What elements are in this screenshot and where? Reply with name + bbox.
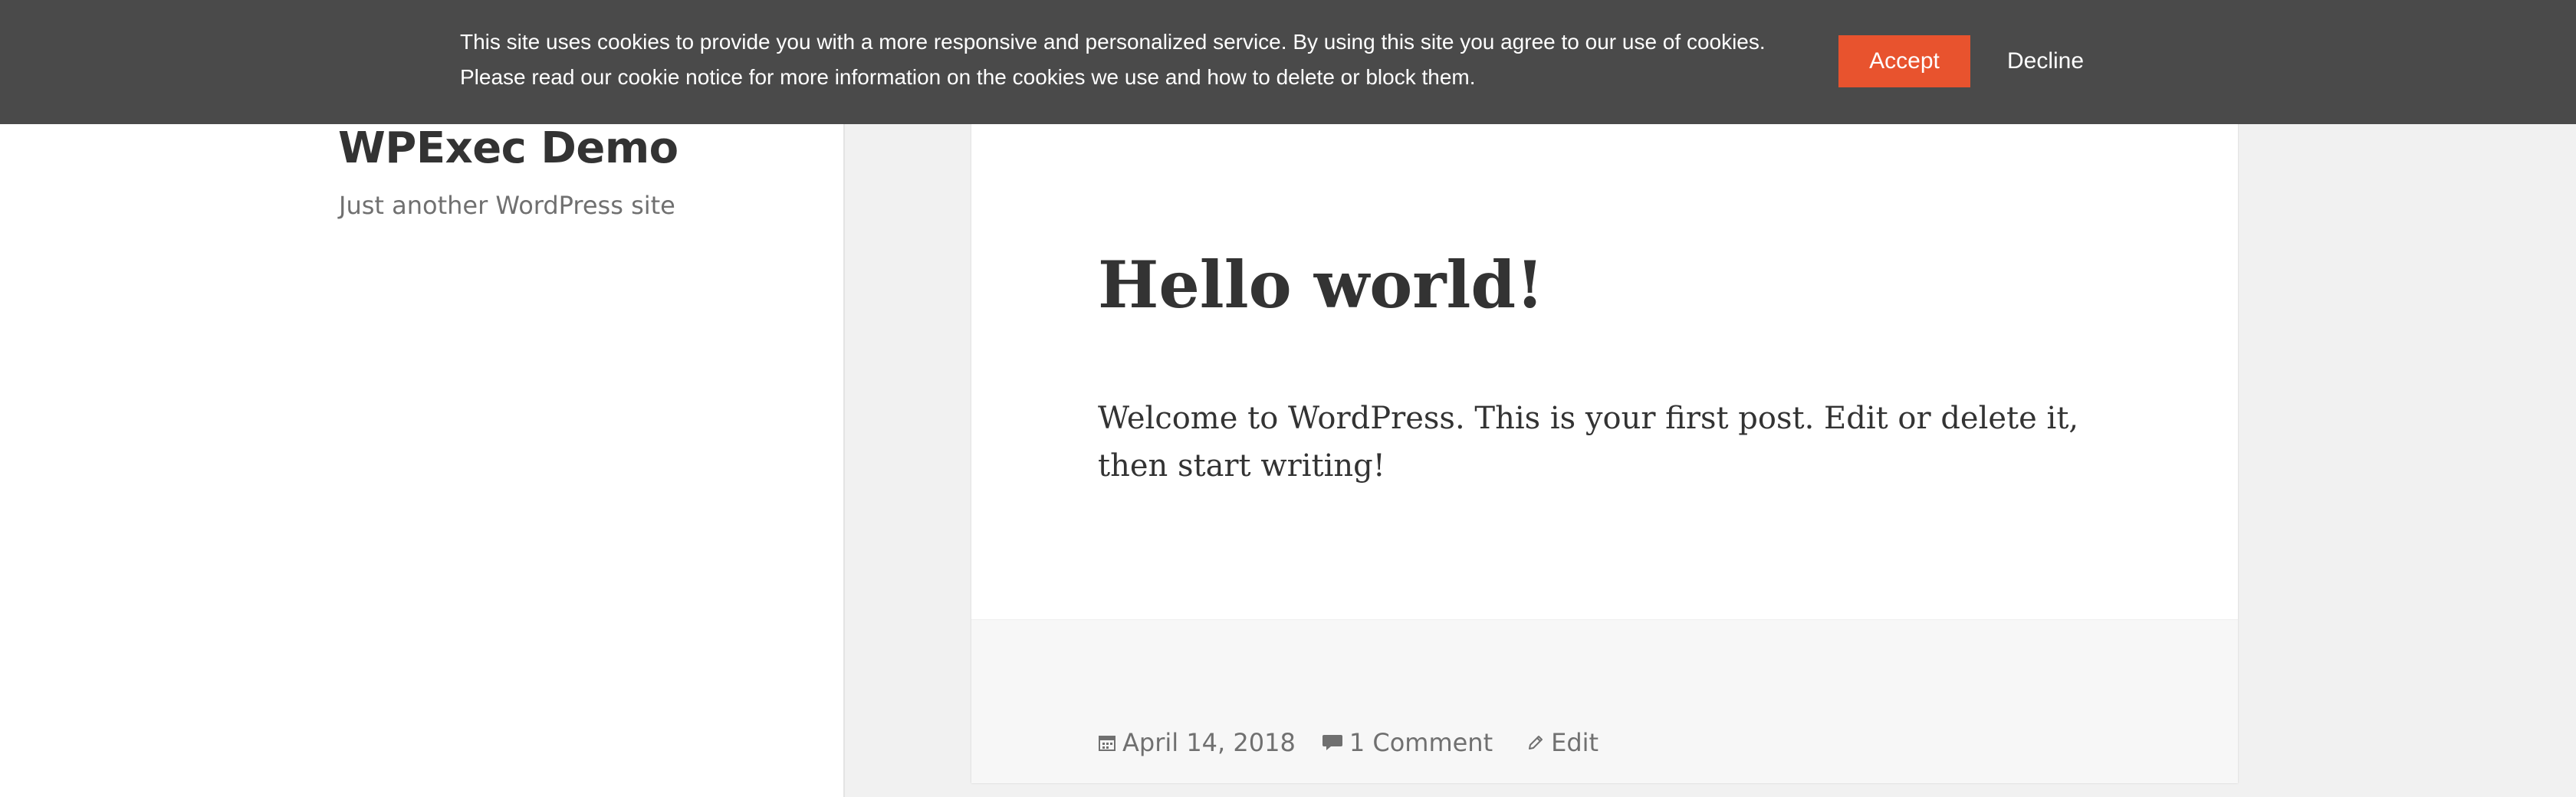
post-date-link[interactable]: April 14, 2018 [1122,727,1296,758]
page: WPExec Demo Just another WordPress site … [0,0,2576,797]
pencil-icon [1526,733,1545,752]
post-title: Hello world! [1098,247,1545,323]
site-description: Just another WordPress site [339,191,675,220]
post-edit-link[interactable]: Edit [1551,727,1598,758]
post-date[interactable]: April 14, 2018 [1098,727,1296,758]
site-title[interactable]: WPExec Demo [338,121,678,176]
comment-icon [1322,733,1343,752]
calendar-icon [1098,733,1116,752]
cookie-notice-line-2: Please read our cookie notice for more i… [460,65,1476,89]
cookie-notice-line-1: This site uses cookies to provide you wi… [460,30,1766,54]
cookie-banner: This site uses cookies to provide you wi… [0,0,2576,124]
accept-cookies-button[interactable]: Accept [1838,35,1970,87]
post-meta: April 14, 2018 1 Comment Edit [1098,727,1598,758]
cookie-notice-text: This site uses cookies to provide you wi… [460,25,1809,95]
post-comments[interactable]: 1 Comment [1322,727,1493,758]
post-content: Welcome to WordPress. This is your first… [1098,401,2079,484]
post-footer: April 14, 2018 1 Comment Edit [971,619,2238,783]
post-card: Hello world! Welcome to WordPress. This … [971,46,2238,783]
decline-cookies-button[interactable]: Decline [1986,35,2105,87]
post-comments-link[interactable]: 1 Comment [1349,727,1493,758]
post-edit[interactable]: Edit [1526,727,1598,758]
